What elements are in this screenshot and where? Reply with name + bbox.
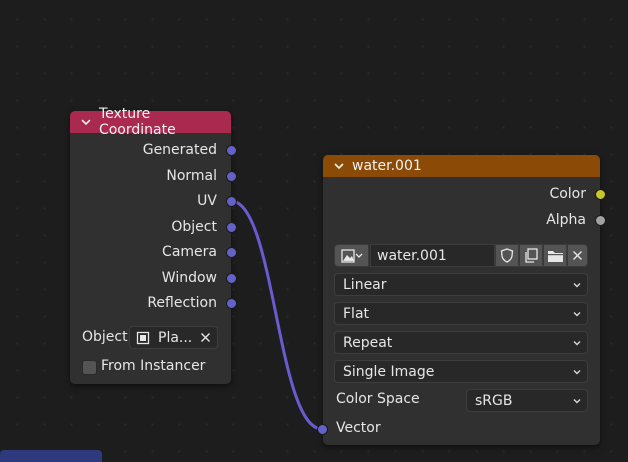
socket-camera[interactable] bbox=[226, 247, 237, 258]
output-normal: Normal bbox=[166, 166, 217, 186]
output-camera: Camera bbox=[162, 242, 217, 262]
output-uv: UV bbox=[197, 191, 217, 211]
socket-uv[interactable] bbox=[226, 196, 237, 207]
color-space-value: sRGB bbox=[475, 392, 513, 409]
close-icon bbox=[573, 251, 582, 260]
extension-dropdown[interactable]: Repeat bbox=[334, 331, 588, 354]
texture-coordinate-node[interactable]: Texture Coordinate Generated Normal UV O… bbox=[70, 106, 231, 384]
socket-vector[interactable] bbox=[317, 424, 328, 435]
output-label: Normal bbox=[166, 168, 217, 184]
output-color: Color bbox=[549, 184, 586, 204]
output-label: Color bbox=[549, 186, 586, 202]
image-texture-header[interactable]: water.001 bbox=[323, 155, 600, 177]
object-value: Pla... bbox=[158, 329, 193, 346]
chevron-down-icon bbox=[573, 283, 581, 288]
output-label: Object bbox=[171, 219, 217, 235]
output-label: UV bbox=[197, 193, 217, 209]
socket-alpha[interactable] bbox=[595, 215, 606, 226]
object-label: Object: bbox=[82, 329, 133, 345]
node-title: Texture Coordinate bbox=[98, 106, 176, 138]
output-alpha: Alpha bbox=[546, 210, 586, 230]
new-image-button[interactable] bbox=[519, 244, 543, 267]
output-label: Generated bbox=[142, 142, 217, 158]
image-name-field[interactable]: water.001 bbox=[370, 244, 495, 267]
image-icon bbox=[340, 248, 362, 263]
node-title: water.001 bbox=[352, 158, 422, 174]
shield-icon bbox=[500, 248, 514, 263]
socket-window[interactable] bbox=[226, 273, 237, 284]
from-instancer-checkbox[interactable] bbox=[82, 360, 97, 375]
output-label: Alpha bbox=[546, 212, 586, 228]
socket-normal[interactable] bbox=[226, 171, 237, 182]
color-space-label: Color Space bbox=[336, 391, 420, 407]
projection-dropdown[interactable]: Flat bbox=[334, 302, 588, 325]
extension-value: Repeat bbox=[343, 334, 393, 351]
projection-value: Flat bbox=[343, 305, 370, 322]
folder-icon bbox=[547, 250, 563, 262]
socket-object[interactable] bbox=[226, 222, 237, 233]
image-texture-node[interactable]: water.001 Color Alpha water.001 Linear F… bbox=[323, 155, 600, 445]
output-window: Window bbox=[162, 268, 217, 288]
unlink-image-button[interactable] bbox=[567, 244, 588, 267]
socket-color[interactable] bbox=[595, 189, 606, 200]
open-image-button[interactable] bbox=[543, 244, 567, 267]
close-icon[interactable] bbox=[200, 332, 211, 343]
chevron-down-icon bbox=[573, 370, 581, 375]
interpolation-value: Linear bbox=[343, 276, 387, 293]
socket-reflection[interactable] bbox=[226, 298, 237, 309]
chevron-down-icon bbox=[573, 341, 581, 346]
socket-generated[interactable] bbox=[226, 145, 237, 156]
source-value: Single Image bbox=[343, 363, 435, 380]
output-label: Window bbox=[161, 270, 217, 286]
fake-user-button[interactable] bbox=[495, 244, 519, 267]
object-square-icon bbox=[136, 331, 150, 344]
object-field[interactable]: Pla... bbox=[129, 326, 218, 349]
vector-input-label: Vector bbox=[336, 420, 381, 436]
image-browse-button[interactable] bbox=[334, 244, 369, 267]
texture-coordinate-header[interactable]: Texture Coordinate bbox=[70, 106, 231, 138]
from-instancer-label: From Instancer bbox=[101, 358, 206, 374]
interpolation-dropdown[interactable]: Linear bbox=[334, 273, 588, 296]
chevron-down-icon bbox=[573, 312, 581, 317]
image-name: water.001 bbox=[377, 247, 447, 264]
output-generated: Generated bbox=[143, 140, 217, 160]
output-reflection: Reflection bbox=[147, 293, 217, 313]
source-dropdown[interactable]: Single Image bbox=[334, 360, 588, 383]
output-label: Reflection bbox=[147, 295, 217, 311]
partial-node-bottom[interactable] bbox=[0, 450, 102, 462]
output-object: Object bbox=[171, 217, 217, 237]
color-space-dropdown[interactable]: sRGB bbox=[466, 389, 588, 412]
chevron-down-icon bbox=[573, 399, 581, 404]
chevron-down-icon[interactable] bbox=[80, 116, 92, 128]
output-label: Camera bbox=[162, 244, 217, 260]
duplicate-icon bbox=[524, 248, 538, 263]
chevron-down-icon[interactable] bbox=[333, 160, 345, 172]
